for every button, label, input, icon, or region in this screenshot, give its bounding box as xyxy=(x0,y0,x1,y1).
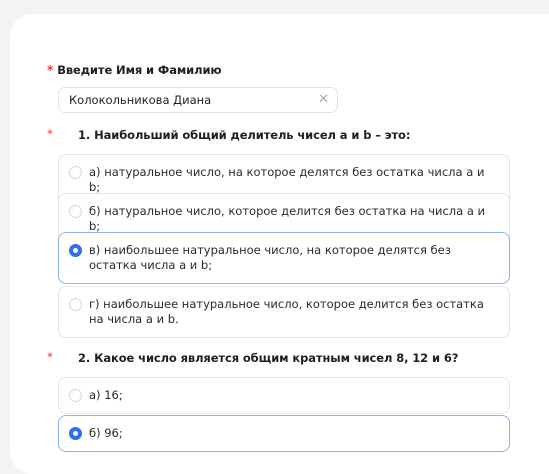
name-field-label-text: Введите Имя и Фамилию xyxy=(57,63,222,77)
name-input[interactable]: Колокольникова Диана ✕ xyxy=(58,87,338,113)
q2-option-b[interactable]: б) 96; xyxy=(58,415,510,452)
radio-icon[interactable] xyxy=(69,166,82,179)
radio-icon[interactable] xyxy=(69,389,82,402)
q1-required-mark: * xyxy=(47,127,53,141)
q2-title: 2. Какое число является общим кратным чи… xyxy=(78,351,459,365)
radio-checked-icon[interactable] xyxy=(69,244,82,257)
q2-option-a-label: а) 16; xyxy=(89,388,123,402)
radio-icon[interactable] xyxy=(69,298,82,311)
name-field-label: * Введите Имя и Фамилию xyxy=(47,63,222,77)
q1-option-c[interactable]: в) наибольшее натуральное число, на кото… xyxy=(58,232,510,284)
required-mark: * xyxy=(47,63,54,77)
radio-icon[interactable] xyxy=(69,205,82,218)
q1-option-d[interactable]: г) наибольшее натуральное число, которое… xyxy=(58,286,510,338)
clear-icon[interactable]: ✕ xyxy=(318,89,329,111)
name-input-value: Колокольникова Диана xyxy=(69,93,212,107)
q2-option-b-label: б) 96; xyxy=(89,426,123,440)
q1-title: 1. Наибольший общий делитель чисел a и b… xyxy=(78,128,411,142)
q1-option-b-label: б) натуральное число, которое делится бе… xyxy=(89,204,486,233)
q1-option-a-label: а) натуральное число, на которое делятся… xyxy=(89,165,485,194)
q2-required-mark: * xyxy=(47,350,53,364)
q2-option-a[interactable]: а) 16; xyxy=(58,377,510,414)
radio-checked-icon[interactable] xyxy=(69,427,82,440)
q1-option-c-label: в) наибольшее натуральное число, на кото… xyxy=(89,243,451,272)
q1-option-d-label: г) наибольшее натуральное число, которое… xyxy=(89,297,484,326)
